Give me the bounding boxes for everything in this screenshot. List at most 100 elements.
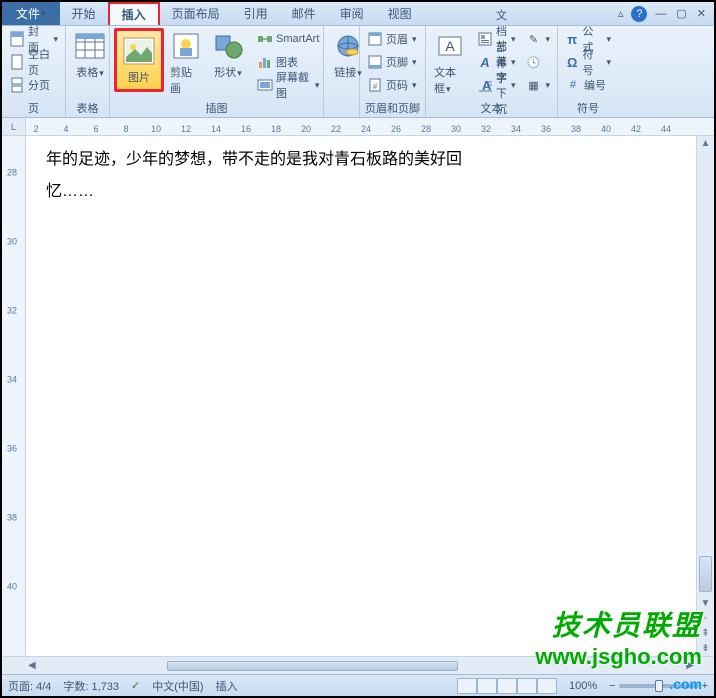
browse-object-icon[interactable]: ◦ bbox=[702, 611, 710, 626]
signature-button[interactable]: ✎▾ bbox=[523, 28, 554, 50]
tab-home[interactable]: 开始 bbox=[60, 2, 108, 25]
smartart-button[interactable]: SmartArt bbox=[254, 28, 322, 50]
document-text-line: 年的足迹，少年的梦想，带不走的是我对青石板路的美好回 bbox=[46, 144, 676, 176]
zoom-level[interactable]: 100% bbox=[569, 680, 597, 692]
window-restore-icon[interactable]: ▢ bbox=[674, 7, 688, 20]
zoom-out-button[interactable]: − bbox=[609, 680, 615, 692]
datetime-button[interactable]: 🕓 bbox=[523, 51, 554, 73]
group-label-headerfooter: 页眉和页脚 bbox=[364, 99, 421, 117]
scroll-thumb-h[interactable] bbox=[167, 661, 458, 671]
object-icon: ▦ bbox=[526, 77, 542, 93]
statusbar: 页面: 4/4 字数: 1,733 ✓ 中文(中国) 插入 100% − + bbox=[2, 674, 714, 696]
document-text-line: 忆…… bbox=[46, 176, 676, 208]
scroll-down-icon[interactable]: ▼ bbox=[699, 596, 713, 611]
view-outline[interactable] bbox=[517, 678, 537, 694]
number-icon: # bbox=[565, 77, 581, 93]
pagenum-button[interactable]: #页码▾ bbox=[364, 74, 420, 96]
document-page[interactable]: 年的足迹，少年的梦想，带不走的是我对青石板路的美好回 忆…… bbox=[26, 136, 696, 656]
smartart-icon bbox=[257, 31, 273, 47]
status-insertmode[interactable]: 插入 bbox=[216, 678, 238, 694]
scroll-thumb-v[interactable] bbox=[699, 556, 712, 592]
textbox-button[interactable]: A 文本框▾ bbox=[430, 28, 470, 98]
dropcap-button[interactable]: A首字下沉▾ bbox=[474, 74, 519, 96]
app-window: 文件▾ 开始 插入 页面布局 引用 邮件 审阅 视图 ▵ ? — ▢ ✕ 封面▾… bbox=[0, 0, 716, 698]
prev-page-icon[interactable]: ⇞ bbox=[699, 626, 711, 641]
group-links: 链接▾ bbox=[324, 26, 360, 117]
svg-text:A: A bbox=[445, 38, 455, 54]
group-label-links bbox=[328, 115, 355, 117]
signature-icon: ✎ bbox=[526, 31, 542, 47]
group-headerfooter: 页眉▾ 页脚▾ #页码▾ 页眉和页脚 bbox=[360, 26, 426, 117]
status-page[interactable]: 页面: 4/4 bbox=[8, 678, 51, 694]
group-label-text: 文本 bbox=[430, 99, 553, 117]
clipart-icon bbox=[170, 30, 202, 62]
equation-icon: π bbox=[565, 31, 580, 47]
group-pages: 封面▾ 空白页 分页 页 bbox=[2, 26, 66, 117]
ribbon-minimize-icon[interactable]: ▵ bbox=[616, 7, 626, 20]
scroll-left-icon[interactable]: ◀ bbox=[26, 658, 38, 673]
blank-page-icon bbox=[9, 54, 25, 70]
scrollbar-horizontal[interactable]: ◀ ▶ bbox=[26, 657, 696, 674]
ruler-vertical[interactable]: 2022242628303234363840 bbox=[2, 136, 26, 656]
next-page-icon[interactable]: ⇟ bbox=[699, 641, 711, 656]
window-close-icon[interactable]: ✕ bbox=[695, 7, 708, 20]
wordart-icon: A bbox=[477, 54, 493, 70]
shapes-button[interactable]: 形状▾ bbox=[208, 28, 248, 82]
tab-references[interactable]: 引用 bbox=[232, 2, 280, 25]
page-break-button[interactable]: 分页 bbox=[6, 74, 61, 96]
object-button[interactable]: ▦▾ bbox=[523, 74, 554, 96]
view-draft[interactable] bbox=[537, 678, 557, 694]
view-web[interactable] bbox=[497, 678, 517, 694]
ruler-horizontal[interactable]: L 24681012141618202224262830323436384042… bbox=[2, 118, 714, 136]
zoom-slider[interactable] bbox=[619, 684, 699, 688]
group-text: A 文本框▾ 文档部件▾ A艺术字▾ A首字下沉▾ ✎▾ 🕓 ▦▾ 文本 bbox=[426, 26, 558, 117]
scrollbar-vertical[interactable]: ▲ ▼ ◦ ⇞ ⇟ bbox=[696, 136, 714, 656]
status-language[interactable]: 中文(中国) bbox=[152, 678, 203, 694]
symbol-icon: Ω bbox=[565, 54, 580, 70]
group-label-illustrations: 插图 bbox=[114, 99, 319, 117]
number-button[interactable]: #编号 bbox=[562, 74, 614, 96]
tab-review[interactable]: 审阅 bbox=[328, 2, 376, 25]
cover-page-icon bbox=[9, 31, 25, 47]
tab-insert[interactable]: 插入 bbox=[108, 2, 160, 25]
document-area: 2022242628303234363840 年的足迹，少年的梦想，带不走的是我… bbox=[2, 136, 714, 656]
window-minimize-icon[interactable]: — bbox=[653, 8, 668, 20]
scrollbar-horizontal-row: ◀ ▶ bbox=[2, 656, 714, 674]
status-proof-icon[interactable]: ✓ bbox=[131, 679, 140, 692]
picture-button[interactable]: 图片 bbox=[114, 28, 164, 92]
datetime-icon: 🕓 bbox=[526, 54, 542, 70]
help-icon[interactable]: ? bbox=[631, 6, 647, 22]
group-tables: 表格▾ 表格 bbox=[66, 26, 110, 117]
textbox-icon: A bbox=[434, 30, 466, 62]
clipart-button[interactable]: 剪贴画 bbox=[166, 28, 206, 98]
svg-text:#: # bbox=[373, 82, 378, 91]
scroll-up-icon[interactable]: ▲ bbox=[699, 136, 713, 151]
view-fullscreen[interactable] bbox=[477, 678, 497, 694]
zoom-in-button[interactable]: + bbox=[702, 680, 708, 692]
svg-text:A: A bbox=[479, 55, 489, 70]
group-label-tables: 表格 bbox=[70, 99, 105, 117]
tab-view[interactable]: 视图 bbox=[376, 2, 424, 25]
table-button[interactable]: 表格▾ bbox=[70, 28, 110, 82]
view-buttons bbox=[457, 678, 557, 694]
chart-icon bbox=[257, 54, 273, 70]
status-wordcount[interactable]: 字数: 1,733 bbox=[63, 678, 119, 694]
symbol-button[interactable]: Ω符号▾ bbox=[562, 51, 614, 73]
header-button[interactable]: 页眉▾ bbox=[364, 28, 420, 50]
header-icon bbox=[367, 31, 383, 47]
tab-layout[interactable]: 页面布局 bbox=[160, 2, 232, 25]
dropcap-icon: A bbox=[477, 77, 493, 93]
footer-button[interactable]: 页脚▾ bbox=[364, 51, 420, 73]
tab-file[interactable]: 文件▾ bbox=[2, 2, 60, 25]
pagenum-icon: # bbox=[367, 77, 383, 93]
scroll-right-icon[interactable]: ▶ bbox=[684, 658, 696, 673]
tab-mailings[interactable]: 邮件 bbox=[280, 2, 328, 25]
quickparts-icon bbox=[477, 31, 493, 47]
group-label-symbols: 符号 bbox=[562, 99, 614, 117]
view-print-layout[interactable] bbox=[457, 678, 477, 694]
shapes-icon bbox=[212, 30, 244, 62]
screenshot-button[interactable]: 屏幕截图▾ bbox=[254, 74, 322, 96]
group-illustrations: 图片 剪贴画 形状▾ SmartArt 图表 屏幕截图▾ 插图 bbox=[110, 26, 324, 117]
blank-page-button[interactable]: 空白页 bbox=[6, 51, 61, 73]
picture-icon bbox=[123, 35, 155, 67]
